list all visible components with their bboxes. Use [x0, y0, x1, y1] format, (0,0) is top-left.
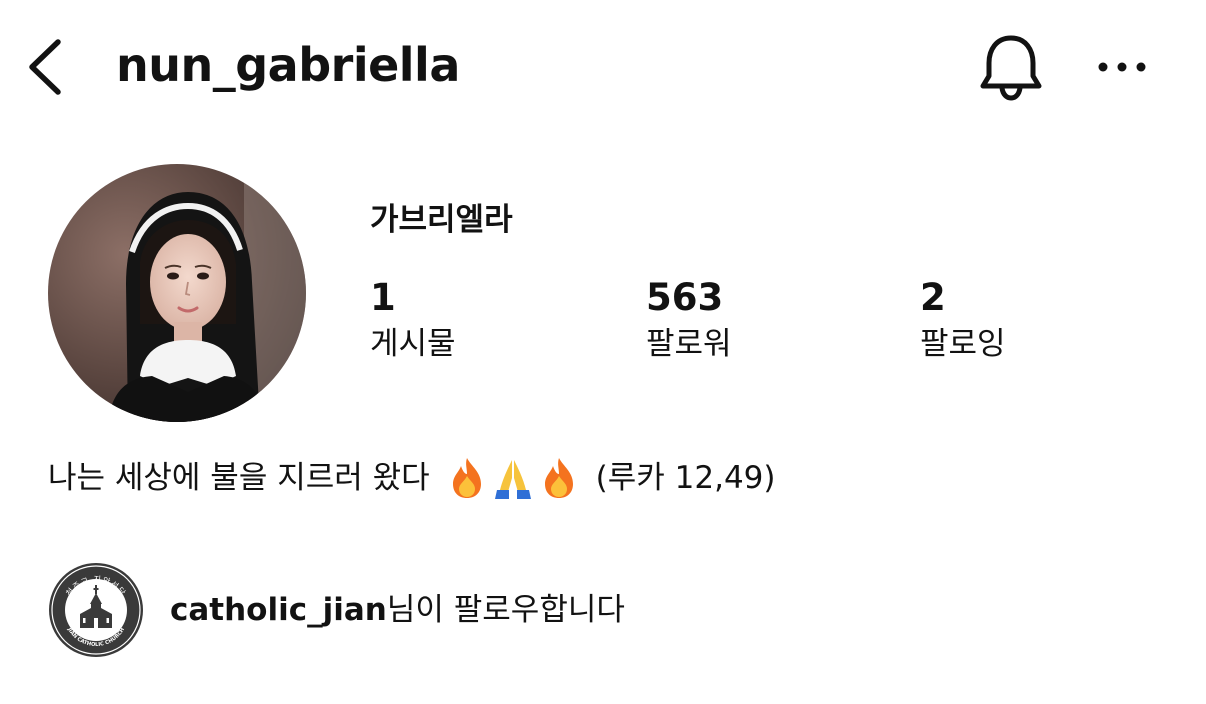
fire-emoji-icon [544, 458, 573, 498]
back-button[interactable] [22, 36, 70, 98]
bio-reference: (루카 12,49) [595, 460, 776, 496]
bio-text: 나는 세상에 불을 지르러 왔다 [48, 460, 430, 496]
more-options-button[interactable] [1092, 50, 1152, 84]
church-logo-icon: 천주교 지안성당 JIAN CATHOLIC CHURCH [49, 563, 143, 657]
notifications-button[interactable] [976, 30, 1046, 102]
mutual-follow-row: 천주교 지안성당 JIAN CATHOLIC CHURCH catholic_j… [48, 562, 625, 658]
bell-icon [980, 35, 1042, 101]
profile-bio: 나는 세상에 불을 지르러 왔다 (루카 12,49) [48, 452, 776, 504]
followers-count: 563 [646, 276, 724, 319]
praying-hands-emoji-icon [494, 460, 531, 499]
followed-by-text: catholic_jian님이 팔로우합니다 [170, 586, 625, 634]
follower-username[interactable]: catholic_jian [170, 592, 387, 628]
profile-username: nun_gabriella [116, 38, 460, 92]
profile-avatar[interactable] [48, 164, 306, 422]
nun-portrait-image [48, 164, 306, 422]
followers-label: 팔로워 [646, 326, 732, 362]
posts-count: 1 [370, 276, 396, 319]
more-horizontal-icon [1098, 62, 1146, 72]
followers-stat[interactable]: 563 팔로워 [646, 276, 732, 368]
profile-display-name: 가브리엘라 [370, 202, 513, 238]
followed-by-suffix: 님이 팔로우합니다 [386, 592, 625, 628]
fire-emoji-icon [452, 458, 481, 498]
follower-avatar[interactable]: 천주교 지안성당 JIAN CATHOLIC CHURCH [48, 562, 144, 658]
posts-label: 게시물 [370, 326, 456, 362]
posts-stat[interactable]: 1 게시물 [370, 276, 456, 368]
following-label: 팔로잉 [920, 326, 1006, 362]
chevron-left-icon [29, 39, 61, 95]
following-count: 2 [920, 276, 946, 319]
following-stat[interactable]: 2 팔로잉 [920, 276, 1006, 368]
